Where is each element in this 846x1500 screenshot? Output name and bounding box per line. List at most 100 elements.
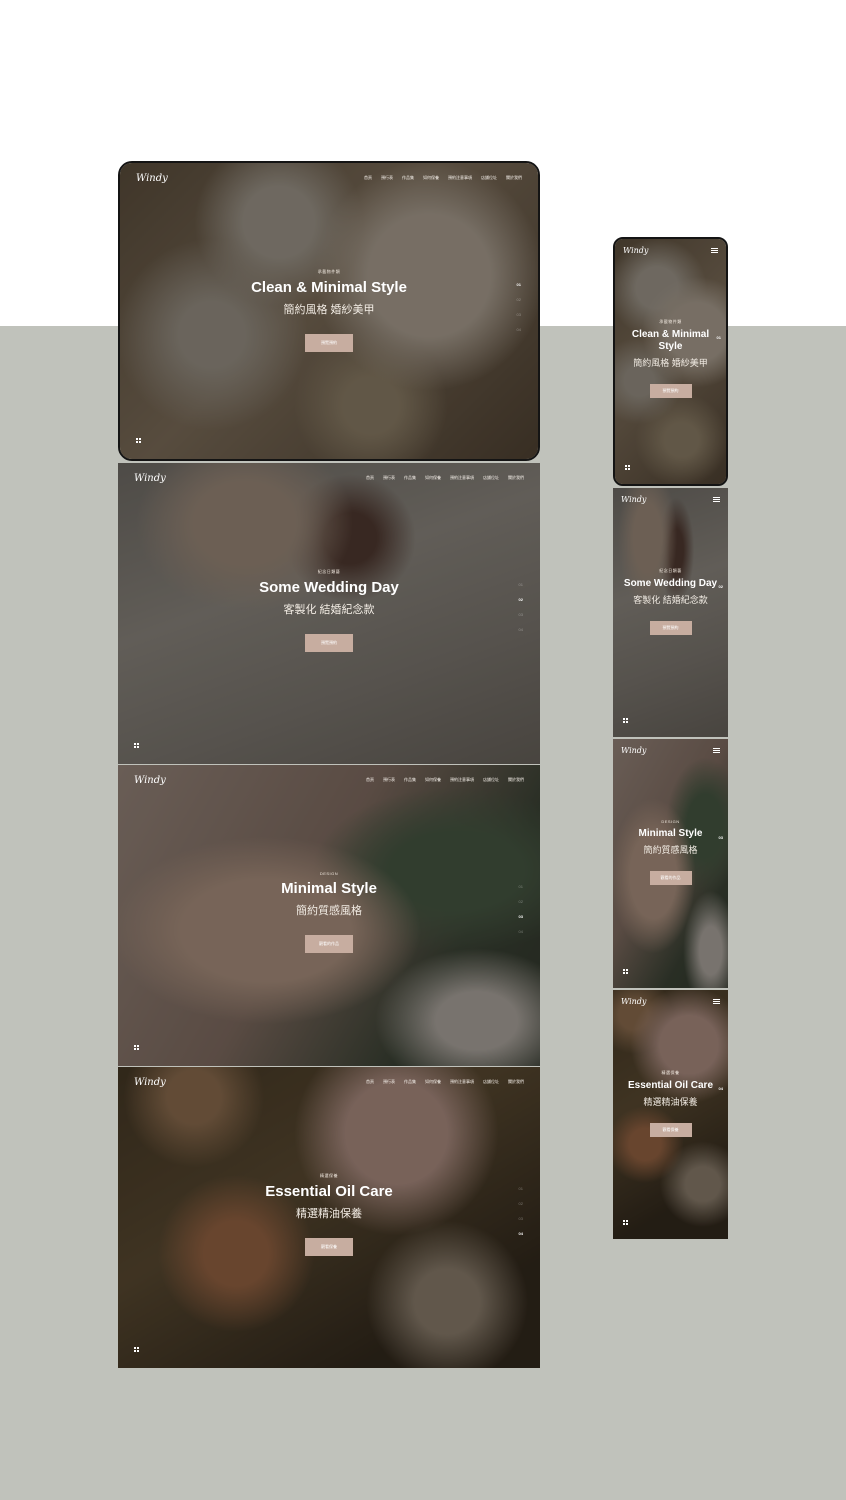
pager-item-3[interactable]: 03 — [519, 914, 523, 919]
pager-item-2[interactable]: 02 — [519, 899, 523, 904]
brand-logo[interactable]: Windy — [621, 746, 646, 755]
hero-content: 承載物件類 Clean & Minimal Style 簡約風格 婚紗美甲 預覽預約 — [615, 319, 726, 398]
hero-eyebrow: 紀念日類藝 — [659, 568, 682, 573]
pager-current[interactable]: 03 — [719, 835, 723, 840]
pager-item-2[interactable]: 02 — [519, 597, 523, 602]
slide-pager: 04 — [719, 1086, 723, 1091]
nav-link-1[interactable]: 首頁 — [364, 175, 372, 181]
pager-item-1[interactable]: 01 — [517, 282, 521, 287]
grid-icon[interactable] — [623, 718, 628, 723]
nav-link-1[interactable]: 首頁 — [366, 777, 374, 783]
desktop-preview: Windy 首頁 預行表 作品集 如何保養 預約注意事項 店鋪位址 關於我們 承載物件類 Clea… — [118, 161, 540, 1369]
nav-link-6[interactable]: 店鋪位址 — [483, 777, 499, 783]
nav-link-6[interactable]: 店鋪位址 — [483, 1079, 499, 1085]
hero-content: 紀念日類藝 Some Wedding Day 客製化 結婚紀念款 預覽預約 — [118, 569, 540, 652]
hero-cta-button[interactable]: 觀看的作品 — [305, 935, 353, 953]
grid-icon[interactable] — [136, 438, 141, 443]
grid-icon[interactable] — [623, 1220, 628, 1225]
pager-current[interactable]: 04 — [719, 1086, 723, 1091]
nav-links: 首頁 預行表 作品集 如何保養 預約注意事項 店鋪位址 關於我們 — [366, 1079, 524, 1085]
brand-logo[interactable]: Windy — [621, 495, 646, 504]
nav-link-7[interactable]: 關於我們 — [508, 1079, 524, 1085]
hero-title: Clean & Minimal Style — [631, 329, 710, 352]
pager-item-4[interactable]: 04 — [519, 1231, 523, 1236]
nav-link-7[interactable]: 關於我們 — [508, 777, 524, 783]
nav-link-3[interactable]: 作品集 — [404, 475, 416, 481]
grid-icon[interactable] — [134, 743, 139, 748]
hero-cta-button[interactable]: 觀看保養 — [649, 1123, 692, 1137]
nav-link-1[interactable]: 首頁 — [366, 1079, 374, 1085]
grid-icon[interactable] — [625, 465, 630, 470]
pager-item-3[interactable]: 03 — [519, 1216, 523, 1221]
nav-link-5[interactable]: 預約注意事項 — [450, 475, 474, 481]
pager-item-4[interactable]: 04 — [519, 929, 523, 934]
hero-slide-2: Windy 首頁 預行表 作品集 如何保養 預約注意事項 店鋪位址 關於我們紀念日類藝 Some… — [118, 463, 540, 764]
hero-title: Essential Oil Care — [627, 1080, 714, 1091]
hamburger-menu-icon[interactable] — [713, 496, 720, 502]
top-navigation: Windy 首頁 預行表 作品集 如何保養 預約注意事項 店鋪位址 關於我們 — [120, 163, 538, 193]
brand-logo[interactable]: Windy — [136, 173, 168, 184]
pager-item-2[interactable]: 02 — [517, 297, 521, 302]
nav-link-6[interactable]: 店鋪位址 — [481, 175, 497, 181]
nav-link-4[interactable]: 如何保養 — [425, 475, 441, 481]
hero-cta-button[interactable]: 預覽預約 — [649, 384, 692, 398]
nav-link-2[interactable]: 預行表 — [383, 1079, 395, 1085]
hero-title: Minimal Style — [638, 828, 703, 839]
hero-subtitle: 簡約質感風格 — [643, 845, 698, 855]
nav-link-7[interactable]: 關於我們 — [506, 175, 522, 181]
grid-icon[interactable] — [623, 969, 628, 974]
hero-cta-button[interactable]: 預覽預約 — [305, 634, 353, 652]
hero-cta-button[interactable]: 觀看保養 — [305, 1238, 353, 1256]
nav-link-2[interactable]: 預行表 — [383, 777, 395, 783]
nav-link-4[interactable]: 如何保養 — [423, 175, 439, 181]
hamburger-menu-icon[interactable] — [713, 747, 720, 753]
hero-content: DESIGN Minimal Style 簡約質感風格 觀看的作品 — [118, 871, 540, 953]
pager-item-3[interactable]: 03 — [517, 312, 521, 317]
hero-subtitle: 簡約風格 婚紗美甲 — [633, 358, 708, 368]
hero-subtitle: 精選精油保養 — [296, 1208, 362, 1220]
pager-item-1[interactable]: 01 — [519, 1186, 523, 1191]
slide-pager: 01 02 03 04 — [519, 1186, 523, 1236]
slide-pager: 02 — [719, 584, 723, 589]
hero-content: 紀念日類藝 Some Wedding Day 客製化 結婚紀念款 預覽預約 — [613, 568, 728, 635]
hero-eyebrow: 紀念日類藝 — [317, 569, 341, 574]
pager-item-3[interactable]: 03 — [519, 612, 523, 617]
nav-link-2[interactable]: 預行表 — [383, 475, 395, 481]
grid-icon[interactable] — [134, 1347, 139, 1352]
pager-current[interactable]: 01 — [717, 335, 721, 340]
slide-pager: 01 02 03 04 — [519, 884, 523, 934]
nav-link-4[interactable]: 如何保養 — [425, 777, 441, 783]
brand-logo[interactable]: Windy — [134, 473, 166, 484]
hero-cta-button[interactable]: 觀看的作品 — [649, 871, 692, 885]
nav-link-3[interactable]: 作品集 — [404, 777, 416, 783]
nav-link-5[interactable]: 預約注意事項 — [448, 175, 472, 181]
pager-item-4[interactable]: 04 — [519, 627, 523, 632]
pager-item-4[interactable]: 04 — [517, 327, 521, 332]
pager-item-2[interactable]: 02 — [519, 1201, 523, 1206]
hero-cta-button[interactable]: 預覽預約 — [649, 621, 692, 635]
pager-current[interactable]: 02 — [719, 584, 723, 589]
nav-link-4[interactable]: 如何保養 — [425, 1079, 441, 1085]
grid-icon[interactable] — [134, 1045, 139, 1050]
nav-link-2[interactable]: 預行表 — [381, 175, 393, 181]
hamburger-menu-icon[interactable] — [713, 998, 720, 1004]
nav-link-5[interactable]: 預約注意事項 — [450, 1079, 474, 1085]
nav-link-5[interactable]: 預約注意事項 — [450, 777, 474, 783]
brand-logo[interactable]: Windy — [134, 775, 166, 786]
brand-logo[interactable]: Windy — [134, 1077, 166, 1088]
hero-eyebrow: DESIGN — [661, 819, 680, 824]
pager-item-1[interactable]: 01 — [519, 884, 523, 889]
top-navigation: Windy 首頁 預行表 作品集 如何保養 預約注意事項 店鋪位址 關於我們 — [118, 1067, 540, 1097]
pager-item-1[interactable]: 01 — [519, 582, 523, 587]
hero-content: DESIGN Minimal Style 簡約質感風格觀看的作品 — [613, 819, 728, 885]
nav-link-3[interactable]: 作品集 — [404, 1079, 416, 1085]
nav-link-6[interactable]: 店鋪位址 — [483, 475, 499, 481]
hero-eyebrow: 精選保養 — [320, 1173, 338, 1178]
brand-logo[interactable]: Windy — [621, 997, 646, 1006]
hero-cta-button[interactable]: 預覽預約 — [305, 334, 353, 352]
nav-link-3[interactable]: 作品集 — [402, 175, 414, 181]
nav-link-7[interactable]: 關於我們 — [508, 475, 524, 481]
nav-link-1[interactable]: 首頁 — [366, 475, 374, 481]
hamburger-menu-icon[interactable] — [711, 247, 718, 253]
brand-logo[interactable]: Windy — [623, 246, 648, 255]
